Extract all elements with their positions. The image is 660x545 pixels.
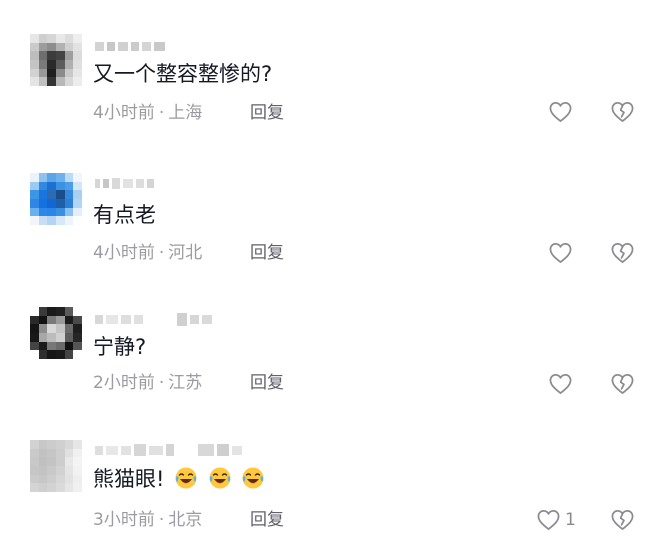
comment-time: 4小时前 [93,243,155,263]
comment-meta: 4小时前 · 河北 [93,243,202,263]
avatar[interactable] [30,173,82,225]
laughing-tears-emoji-icon [242,467,264,489]
meta-separator: · [158,373,165,393]
heart-outline-icon [549,102,572,122]
laughing-tears-emoji-icon [175,467,197,489]
comment-text-content: 熊猫眼! [93,467,165,491]
username-blurred[interactable] [95,39,165,53]
avatar[interactable] [30,440,82,492]
comment-text: 又一个整容整惨的? [93,62,273,86]
broken-heart-outline-icon [611,510,634,530]
broken-heart-outline-icon [611,374,634,394]
heart-outline-icon [549,374,572,394]
dislike-button[interactable] [611,242,634,268]
reply-button[interactable]: 回复 [250,510,284,530]
comment-time: 3小时前 [93,510,155,530]
comment-location: 北京 [168,510,203,530]
comment-time: 4小时前 [93,103,155,123]
like-button[interactable] [549,373,577,395]
comment-location: 河北 [168,243,203,263]
avatar[interactable] [30,34,82,86]
comment-time: 2小时前 [93,373,155,393]
reply-button[interactable]: 回复 [250,243,284,263]
like-button[interactable] [549,242,577,264]
dislike-button[interactable] [611,509,634,535]
dislike-button[interactable] [611,101,634,127]
like-button[interactable]: 1 [537,509,576,531]
heart-outline-icon [537,510,560,530]
comment-text: 熊猫眼! [93,466,265,492]
dislike-button[interactable] [611,373,634,399]
avatar[interactable] [30,307,82,359]
comment-location: 上海 [168,103,203,123]
comment-location: 江苏 [168,373,203,393]
meta-separator: · [158,103,165,123]
username-blurred[interactable] [95,312,212,326]
comment-meta: 3小时前 · 北京 [93,510,202,530]
meta-separator: · [158,243,165,263]
like-count: 1 [565,510,576,530]
comment-meta: 2小时前 · 江苏 [93,373,202,393]
username-blurred[interactable] [95,443,242,457]
username-blurred[interactable] [95,176,154,190]
broken-heart-outline-icon [611,243,634,263]
broken-heart-outline-icon [611,102,634,122]
comment-text: 宁静? [93,335,147,359]
meta-separator: · [158,510,165,530]
reply-button[interactable]: 回复 [250,103,284,123]
like-button[interactable] [549,101,577,123]
comment-text: 有点老 [93,203,156,227]
reply-button[interactable]: 回复 [250,373,284,393]
comment-meta: 4小时前 · 上海 [93,103,202,123]
heart-outline-icon [549,243,572,263]
laughing-tears-emoji-icon [209,467,231,489]
